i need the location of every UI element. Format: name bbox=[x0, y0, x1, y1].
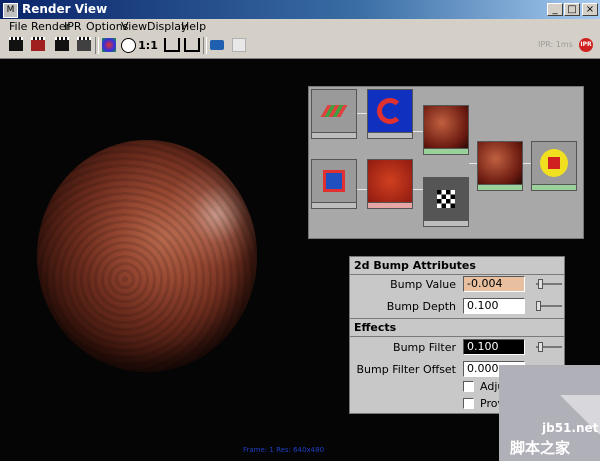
node-blinn[interactable] bbox=[423, 105, 469, 155]
bump-depth-slider[interactable] bbox=[534, 301, 564, 311]
bump-attributes-title: 2d Bump Attributes bbox=[354, 259, 476, 272]
menu-help[interactable]: Help bbox=[181, 20, 206, 33]
bump-value-slider[interactable] bbox=[534, 279, 564, 289]
camera-icon[interactable] bbox=[207, 36, 227, 54]
node-place2dtexture[interactable] bbox=[311, 89, 357, 139]
title-bar: M Render View _ □ × bbox=[0, 0, 600, 19]
bump-depth-field[interactable]: 0.100 bbox=[463, 298, 525, 314]
ipr-badge[interactable]: IPR bbox=[579, 38, 593, 52]
ipr-status-text: IPR: 1ms bbox=[538, 40, 573, 49]
menu-bar: File Render IPR Options View Display Hel… bbox=[0, 19, 600, 34]
render-region-icon[interactable] bbox=[28, 36, 48, 54]
ipr-region-icon[interactable] bbox=[74, 36, 94, 54]
bump-value-label: Bump Value bbox=[390, 278, 456, 291]
bump-filter-offset-label: Bump Filter Offset bbox=[356, 363, 457, 376]
node-bump2d[interactable] bbox=[367, 89, 413, 139]
bump-depth-label: Bump Depth bbox=[386, 300, 456, 313]
ipr-clapper-icon[interactable] bbox=[52, 36, 72, 54]
real-size-button[interactable]: 1:1 bbox=[138, 36, 158, 54]
keep-image-icon[interactable] bbox=[162, 36, 182, 54]
node-lambert[interactable] bbox=[531, 141, 577, 191]
render-clapper-icon[interactable] bbox=[6, 36, 26, 54]
maya-icon[interactable]: M bbox=[3, 3, 18, 18]
adjust-checkbox[interactable] bbox=[463, 381, 474, 392]
maximize-button[interactable]: □ bbox=[564, 3, 580, 16]
render-caption: Frame: 1 Res: 640x480 bbox=[243, 446, 325, 454]
watermark-site: jb51.net bbox=[542, 421, 599, 435]
watermark-text: 脚本之家 bbox=[510, 439, 571, 457]
menu-view[interactable]: View bbox=[121, 20, 147, 33]
bump-filter-label: Bump Filter bbox=[393, 341, 456, 354]
node-place2dtexture-2[interactable] bbox=[311, 159, 357, 209]
blank-icon[interactable] bbox=[229, 36, 249, 54]
menu-file[interactable]: File bbox=[9, 20, 27, 33]
rendered-sphere bbox=[37, 140, 257, 372]
node-shading-group[interactable] bbox=[477, 141, 523, 191]
color-channel-icon[interactable] bbox=[99, 36, 119, 54]
toolbar: 1:1 bbox=[0, 34, 600, 59]
node-fractal[interactable] bbox=[367, 159, 413, 209]
provide-checkbox[interactable] bbox=[463, 398, 474, 409]
node-checker[interactable] bbox=[423, 177, 469, 227]
alpha-channel-icon[interactable] bbox=[118, 36, 138, 54]
window-title: Render View bbox=[22, 2, 108, 16]
bump-filter-field[interactable]: 0.100 bbox=[463, 339, 525, 355]
bump-value-field[interactable]: -0.004 bbox=[463, 276, 525, 292]
minimize-button[interactable]: _ bbox=[547, 3, 563, 16]
close-button[interactable]: × bbox=[582, 3, 598, 16]
menu-ipr[interactable]: IPR bbox=[64, 20, 82, 33]
bump-filter-slider[interactable] bbox=[534, 342, 564, 352]
shader-network bbox=[308, 86, 584, 239]
remove-image-icon[interactable] bbox=[182, 36, 202, 54]
effects-title: Effects bbox=[354, 321, 397, 334]
